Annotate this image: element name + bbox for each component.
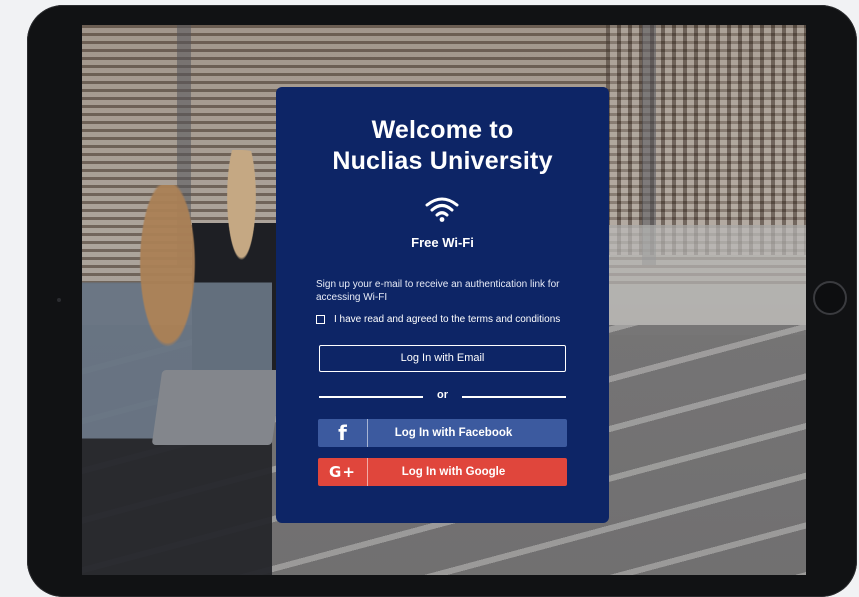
wifi-label: Free Wi-Fi xyxy=(411,235,474,250)
terms-checkbox[interactable] xyxy=(316,315,325,324)
login-email-button[interactable]: Log In with Email xyxy=(319,345,566,372)
welcome-title-line1: Welcome to xyxy=(371,116,514,144)
or-divider: or xyxy=(319,389,566,403)
front-camera xyxy=(57,298,61,302)
login-facebook-button[interactable]: f Log In with Facebook xyxy=(318,419,567,447)
welcome-title: Welcome to Nuclias University xyxy=(276,115,609,177)
login-card: Welcome to Nuclias University Free Wi-Fi… xyxy=(276,87,609,523)
terms-row[interactable]: I have read and agreed to the terms and … xyxy=(316,313,560,326)
facebook-button-label: Log In with Facebook xyxy=(394,427,513,439)
facebook-icon-glyph: f xyxy=(338,421,347,445)
terms-label: I have read and agreed to the terms and … xyxy=(334,314,561,325)
signup-description: Sign up your e-mail to receive an authen… xyxy=(316,279,560,303)
login-google-button[interactable]: G+ Log In with Google xyxy=(318,458,567,486)
welcome-title-line2: Nuclias University xyxy=(332,147,553,175)
facebook-icon: f xyxy=(318,419,368,447)
google-plus-icon: G+ xyxy=(318,458,368,486)
home-button[interactable] xyxy=(813,281,847,315)
wifi-icon xyxy=(425,197,459,222)
divider-line-right xyxy=(462,396,566,398)
google-button-label: Log In with Google xyxy=(401,466,506,478)
google-icon-glyph: G+ xyxy=(329,463,356,481)
divider-or-text: or xyxy=(437,389,448,401)
